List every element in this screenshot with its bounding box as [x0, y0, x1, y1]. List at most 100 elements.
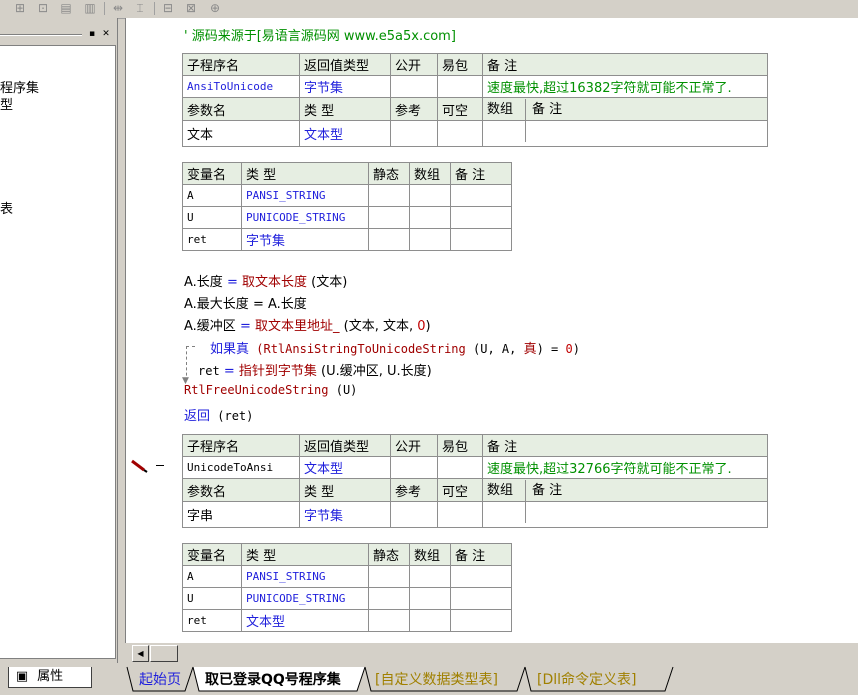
- param-type-cell[interactable]: 字节集: [299, 501, 391, 528]
- var-name-cell[interactable]: ret: [182, 228, 242, 251]
- var-array-cell[interactable]: [409, 565, 451, 588]
- expand-v-icon[interactable]: ⊠: [183, 1, 199, 15]
- restore-icon[interactable]: ▪: [86, 28, 98, 40]
- table-row[interactable]: ret 文本型: [182, 609, 512, 632]
- var-comment-cell[interactable]: [450, 565, 512, 588]
- param-type-cell[interactable]: 文本型: [299, 120, 391, 147]
- comment-cell[interactable]: 速度最快,超过16382字符就可能不正常了.: [482, 75, 768, 98]
- var-type-cell[interactable]: PUNICODE_STRING: [241, 587, 369, 610]
- comment-cell[interactable]: 速度最快,超过32766字符就可能不正常了.: [482, 456, 768, 479]
- var-static-cell[interactable]: [368, 565, 410, 588]
- param-name-cell[interactable]: 字串: [182, 501, 300, 528]
- var-array-cell[interactable]: [409, 609, 451, 632]
- split-h-icon[interactable]: ⊞: [12, 1, 28, 15]
- code-token: =: [235, 319, 255, 334]
- tab-program-set[interactable]: 取已登录QQ号程序集: [205, 669, 341, 691]
- indent-icon[interactable]: ⇹: [110, 1, 126, 15]
- code-line[interactable]: RtlFreeUnicodeString (U): [184, 383, 357, 398]
- tree-item-type[interactable]: 型: [0, 94, 13, 113]
- var-array-cell[interactable]: [409, 228, 451, 251]
- code-token: 取文本里地址_: [254, 319, 340, 334]
- code-line[interactable]: A.最大长度 = A.长度: [184, 293, 307, 312]
- table-row[interactable]: AnsiToUnicode 字节集 速度最快,超过16382字符就可能不正常了.: [182, 75, 768, 98]
- horizontal-scrollbar[interactable]: ◀: [130, 643, 858, 662]
- public-cell[interactable]: [390, 75, 438, 98]
- param-array-comment-cell[interactable]: [482, 501, 768, 528]
- var-array-cell[interactable]: [409, 206, 451, 229]
- grid-icon[interactable]: ▥: [82, 1, 98, 15]
- var-comment-cell[interactable]: [450, 587, 512, 610]
- var-name-cell[interactable]: A: [182, 565, 242, 588]
- expand-h-icon[interactable]: ⊟: [160, 1, 176, 15]
- code-token: =: [222, 275, 242, 290]
- sub-name-cell[interactable]: UnicodeToAnsi: [182, 456, 300, 479]
- var-static-cell[interactable]: [368, 609, 410, 632]
- param-ref-cell[interactable]: [390, 501, 438, 528]
- tab-custom-types[interactable]: [自定义数据类型表]: [375, 669, 498, 691]
- code-line[interactable]: A.缓冲区 = 取文本里地址_ (文本, 文本, 0): [184, 315, 431, 334]
- col-header: 变量名: [182, 543, 242, 566]
- code-line[interactable]: ret = 指针到字节集 (U.缓冲区, U.长度): [198, 360, 432, 379]
- var-type-cell[interactable]: PANSI_STRING: [241, 565, 369, 588]
- var-name-cell[interactable]: ret: [182, 609, 242, 632]
- table-row[interactable]: 字串 字节集: [182, 501, 768, 528]
- var-static-cell[interactable]: [368, 206, 410, 229]
- code-editor[interactable]: ' 源码来源于[易语言源码网 www.e5a5x.com] 子程序名 返回值类型…: [125, 18, 858, 643]
- return-type-cell[interactable]: 字节集: [299, 75, 391, 98]
- code-line[interactable]: 返回 (ret): [184, 405, 253, 424]
- sub-name-cell[interactable]: AnsiToUnicode: [182, 75, 300, 98]
- var-array-cell[interactable]: [409, 184, 451, 207]
- table-row[interactable]: U PUNICODE_STRING: [182, 587, 512, 610]
- var-static-cell[interactable]: [368, 184, 410, 207]
- tree-item-table[interactable]: 表: [0, 198, 13, 217]
- var-type-cell[interactable]: 字节集: [241, 228, 369, 251]
- var-type-cell[interactable]: 文本型: [241, 609, 369, 632]
- easy-pack-cell[interactable]: [437, 75, 483, 98]
- var-comment-cell[interactable]: [450, 609, 512, 632]
- var-name-cell[interactable]: A: [182, 184, 242, 207]
- return-type-cell[interactable]: 文本型: [299, 456, 391, 479]
- table-icon[interactable]: ▤: [58, 1, 74, 15]
- easy-pack-cell[interactable]: [437, 456, 483, 479]
- code-line[interactable]: A.长度 = 取文本长度 (文本): [184, 271, 347, 290]
- properties-tab[interactable]: ▣ 属性: [8, 667, 92, 688]
- var-type-cell[interactable]: PUNICODE_STRING: [241, 206, 369, 229]
- table-row[interactable]: UnicodeToAnsi 文本型 速度最快,超过32766字符就可能不正常了.: [182, 456, 768, 479]
- var-array-cell[interactable]: [409, 587, 451, 610]
- var-comment-cell[interactable]: [450, 228, 512, 251]
- tab-start-page[interactable]: 起始页: [139, 669, 181, 691]
- param-name-cell[interactable]: 文本: [182, 120, 300, 147]
- table-row[interactable]: ret 字节集: [182, 228, 512, 251]
- table-row[interactable]: 文本 文本型: [182, 120, 768, 147]
- var-static-cell[interactable]: [368, 587, 410, 610]
- col-header: 备 注: [450, 543, 512, 566]
- param-nullable-cell[interactable]: [437, 120, 483, 147]
- table-row[interactable]: U PUNICODE_STRING: [182, 206, 512, 229]
- code-line[interactable]: 如果真 (RtlAnsiStringToUnicodeString (U, A,…: [210, 338, 580, 357]
- collapse-marker[interactable]: [156, 465, 164, 466]
- close-icon[interactable]: ✕: [100, 28, 112, 40]
- align-icon[interactable]: ⌶: [132, 1, 148, 15]
- col-header: 备 注: [450, 162, 512, 185]
- table-row[interactable]: A PANSI_STRING: [182, 184, 512, 207]
- param-nullable-cell[interactable]: [437, 501, 483, 528]
- var-comment-cell[interactable]: [450, 184, 512, 207]
- var-comment-cell[interactable]: [450, 206, 512, 229]
- var-type-cell[interactable]: PANSI_STRING: [241, 184, 369, 207]
- param-array-comment-cell[interactable]: [482, 120, 768, 147]
- var-name-cell[interactable]: U: [182, 206, 242, 229]
- tab-dll-commands[interactable]: [Dll命令定义表]: [537, 669, 636, 691]
- expand-all-icon[interactable]: ⊕: [207, 1, 223, 15]
- var-static-cell[interactable]: [368, 228, 410, 251]
- public-cell[interactable]: [390, 456, 438, 479]
- split-v-icon[interactable]: ⊡: [35, 1, 51, 15]
- table-row[interactable]: A PANSI_STRING: [182, 565, 512, 588]
- col-header: 备 注: [482, 434, 768, 457]
- param-ref-cell[interactable]: [390, 120, 438, 147]
- var-name-cell[interactable]: U: [182, 587, 242, 610]
- program-tree[interactable]: 程序集 型 表: [0, 45, 116, 659]
- properties-icon: ▣: [15, 669, 29, 684]
- col-header: 可空: [437, 97, 483, 121]
- scroll-left-arrow-icon[interactable]: ◀: [132, 645, 149, 662]
- scroll-thumb[interactable]: [150, 645, 178, 662]
